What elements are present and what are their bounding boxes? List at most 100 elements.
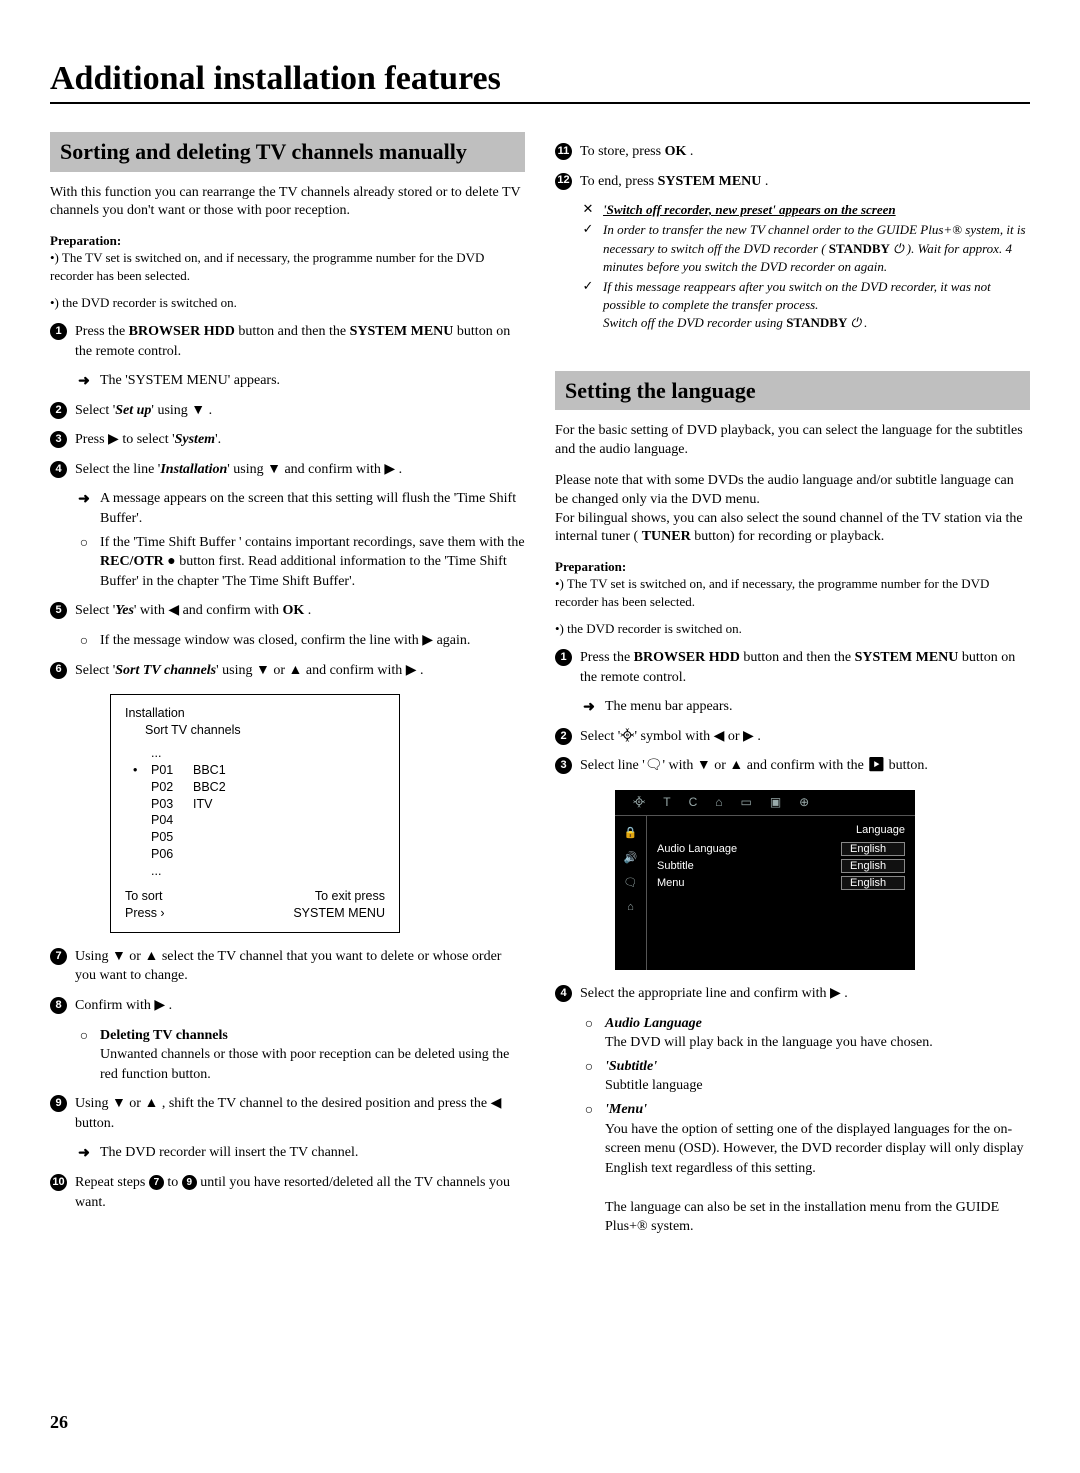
left-column: Sorting and deleting TV channels manuall…	[50, 132, 525, 1241]
step-result: ➜ The 'SYSTEM MENU' appears.	[76, 371, 525, 391]
circle-icon: ○	[76, 533, 92, 553]
step: 8 Confirm with ▶ .	[50, 996, 525, 1016]
osd-side-icon: 🔒	[624, 826, 638, 839]
step: 6 Select 'Sort TV channels' using ▼ or ▲…	[50, 661, 525, 681]
osd-tab-icon: ⊕	[799, 795, 809, 809]
step-result: ➜ The DVD recorder will insert the TV ch…	[76, 1143, 525, 1163]
step-number-badge: 3	[555, 757, 572, 774]
step-number-badge: 11	[555, 143, 572, 160]
step-number-badge: 8	[50, 997, 67, 1014]
osd-tab-icon: ▣	[770, 795, 781, 809]
step: 2 Select 'Set up' using ▼ .	[50, 401, 525, 421]
tip-row: ✓ In order to transfer the new TV channe…	[581, 221, 1030, 276]
circle-icon: ○	[76, 1026, 92, 1046]
two-column-layout: Sorting and deleting TV channels manuall…	[50, 132, 1030, 1241]
preparation-line: •) The TV set is switched on, and if nec…	[50, 249, 525, 284]
osd-tab-icon: ᳀	[633, 794, 645, 811]
right-column: 11 To store, press OK . 12 To end, press…	[555, 132, 1030, 1241]
osd-side-icon: 🗨	[624, 876, 638, 889]
step-number-badge: 10	[50, 1174, 67, 1191]
intro-text: With this function you can rearrange the…	[50, 184, 525, 222]
step: 5 Select 'Yes' with ◀ and confirm with O…	[50, 601, 525, 621]
step-hint: ○ If the message window was closed, conf…	[76, 631, 525, 651]
step: 12 To end, press SYSTEM MENU .	[555, 172, 1030, 192]
check-icon: ✓	[581, 221, 595, 276]
step-number-badge: 12	[555, 173, 572, 190]
preparation-line: •) the DVD recorder is switched on.	[555, 620, 1030, 638]
step: 3 Press ▶ to select 'System'.	[50, 430, 525, 450]
intro-text: Please note that with some DVDs the audi…	[555, 472, 1030, 548]
circle-icon: ○	[581, 1100, 597, 1120]
preparation-line: •) The TV set is switched on, and if nec…	[555, 575, 1030, 610]
arrow-icon: ➜	[76, 371, 92, 391]
osd-subtitle: Sort TV channels	[145, 722, 385, 739]
step-hint: ○ If the 'Time Shift Buffer ' contains i…	[76, 533, 525, 592]
step: 10 Repeat steps 7 to 9 until you have re…	[50, 1173, 525, 1212]
step-number-badge: 1	[50, 323, 67, 340]
osd-row: Audio LanguageEnglish	[657, 842, 905, 856]
osd-tab-icon: T	[663, 795, 670, 809]
step: 1 Press the BROWSER HDD button and then …	[555, 648, 1030, 687]
inline-step-ref: 7	[149, 1175, 164, 1190]
preparation-label: Preparation:	[555, 559, 1030, 575]
section-heading-sorting: Sorting and deleting TV channels manuall…	[50, 132, 525, 172]
osd-side-icon: ⌂	[627, 901, 634, 913]
page-title: Additional installation features	[50, 60, 1030, 104]
tip-header-row: ✕ 'Switch off recorder, new preset' appe…	[581, 201, 1030, 219]
page-number: 26	[50, 1412, 68, 1433]
circle-icon: ○	[581, 1057, 597, 1077]
osd-tab-icon: ▭	[740, 795, 751, 809]
osd-top-bar: ᳀ T C ⌂ ▭ ▣ ⊕	[615, 790, 915, 816]
osd-title: Installation	[125, 705, 385, 722]
osd-footer-left: To sortPress ›	[125, 888, 165, 922]
osd-language-panel: ᳀ T C ⌂ ▭ ▣ ⊕ 🔒 🔊 🗨 ⌂ Language Audio Lan…	[615, 790, 915, 970]
step-number-badge: 3	[50, 431, 67, 448]
osd-installation-panel: Installation Sort TV channels ... •P01BB…	[110, 694, 400, 933]
tip-row: ✓ If this message reappears after you sw…	[581, 278, 1030, 333]
option-item: ○ 'Menu'You have the option of setting o…	[581, 1100, 1030, 1237]
step-result: ➜ The menu bar appears.	[581, 697, 1030, 717]
step: 11 To store, press OK .	[555, 142, 1030, 162]
osd-tab-icon: C	[689, 795, 698, 809]
option-item: ○ 'Subtitle'Subtitle language	[581, 1057, 1030, 1096]
step-hint: ○ Deleting TV channelsUnwanted channels …	[76, 1026, 525, 1085]
osd-body-title: Language	[657, 824, 905, 836]
arrow-icon: ➜	[76, 1143, 92, 1163]
osd-footer-right: To exit pressSYSTEM MENU	[293, 888, 385, 922]
step-result: ➜ A message appears on the screen that t…	[76, 489, 525, 528]
step: 4 Select the line 'Installation' using ▼…	[50, 460, 525, 480]
step-number-badge: 9	[50, 1095, 67, 1112]
step: 3 Select line '🗨' with ▼ or ▲ and confir…	[555, 756, 1030, 776]
osd-tab-icon: ⌂	[715, 795, 722, 809]
step: 4 Select the appropriate line and confir…	[555, 984, 1030, 1004]
step-number-badge: 4	[555, 985, 572, 1002]
osd-row: MenuEnglish	[657, 876, 905, 890]
section-heading-language: Setting the language	[555, 371, 1030, 411]
osd-side-bar: 🔒 🔊 🗨 ⌂	[615, 816, 647, 970]
step-number-badge: 2	[555, 728, 572, 745]
step: 2 Select '᳀' symbol with ◀ or ▶ .	[555, 727, 1030, 747]
intro-text: For the basic setting of DVD playback, y…	[555, 422, 1030, 460]
step-number-badge: 4	[50, 461, 67, 478]
step-number-badge: 2	[50, 402, 67, 419]
option-item: ○ Audio LanguageThe DVD will play back i…	[581, 1014, 1030, 1053]
preparation-line: •) the DVD recorder is switched on.	[50, 294, 525, 312]
x-icon: ✕	[581, 201, 595, 219]
circle-icon: ○	[76, 631, 92, 651]
circle-icon: ○	[581, 1014, 597, 1034]
check-icon: ✓	[581, 278, 595, 333]
step: 1 Press the BROWSER HDD button and then …	[50, 322, 525, 361]
preparation-label: Preparation:	[50, 233, 525, 249]
osd-row: SubtitleEnglish	[657, 859, 905, 873]
step: 9 Using ▼ or ▲ , shift the TV channel to…	[50, 1094, 525, 1133]
arrow-icon: ➜	[76, 489, 92, 509]
step-number-badge: 7	[50, 948, 67, 965]
step-number-badge: 5	[50, 602, 67, 619]
arrow-icon: ➜	[581, 697, 597, 717]
step: 7 Using ▼ or ▲ select the TV channel tha…	[50, 947, 525, 986]
osd-side-icon: 🔊	[624, 851, 638, 864]
step-number-badge: 1	[555, 649, 572, 666]
step-number-badge: 6	[50, 662, 67, 679]
osd-channel-list: ... •P01BBC1 P02BBC2 P03ITV P04 P05 P06 …	[133, 745, 385, 880]
step-text: Press the BROWSER HDD button and then th…	[75, 322, 525, 361]
